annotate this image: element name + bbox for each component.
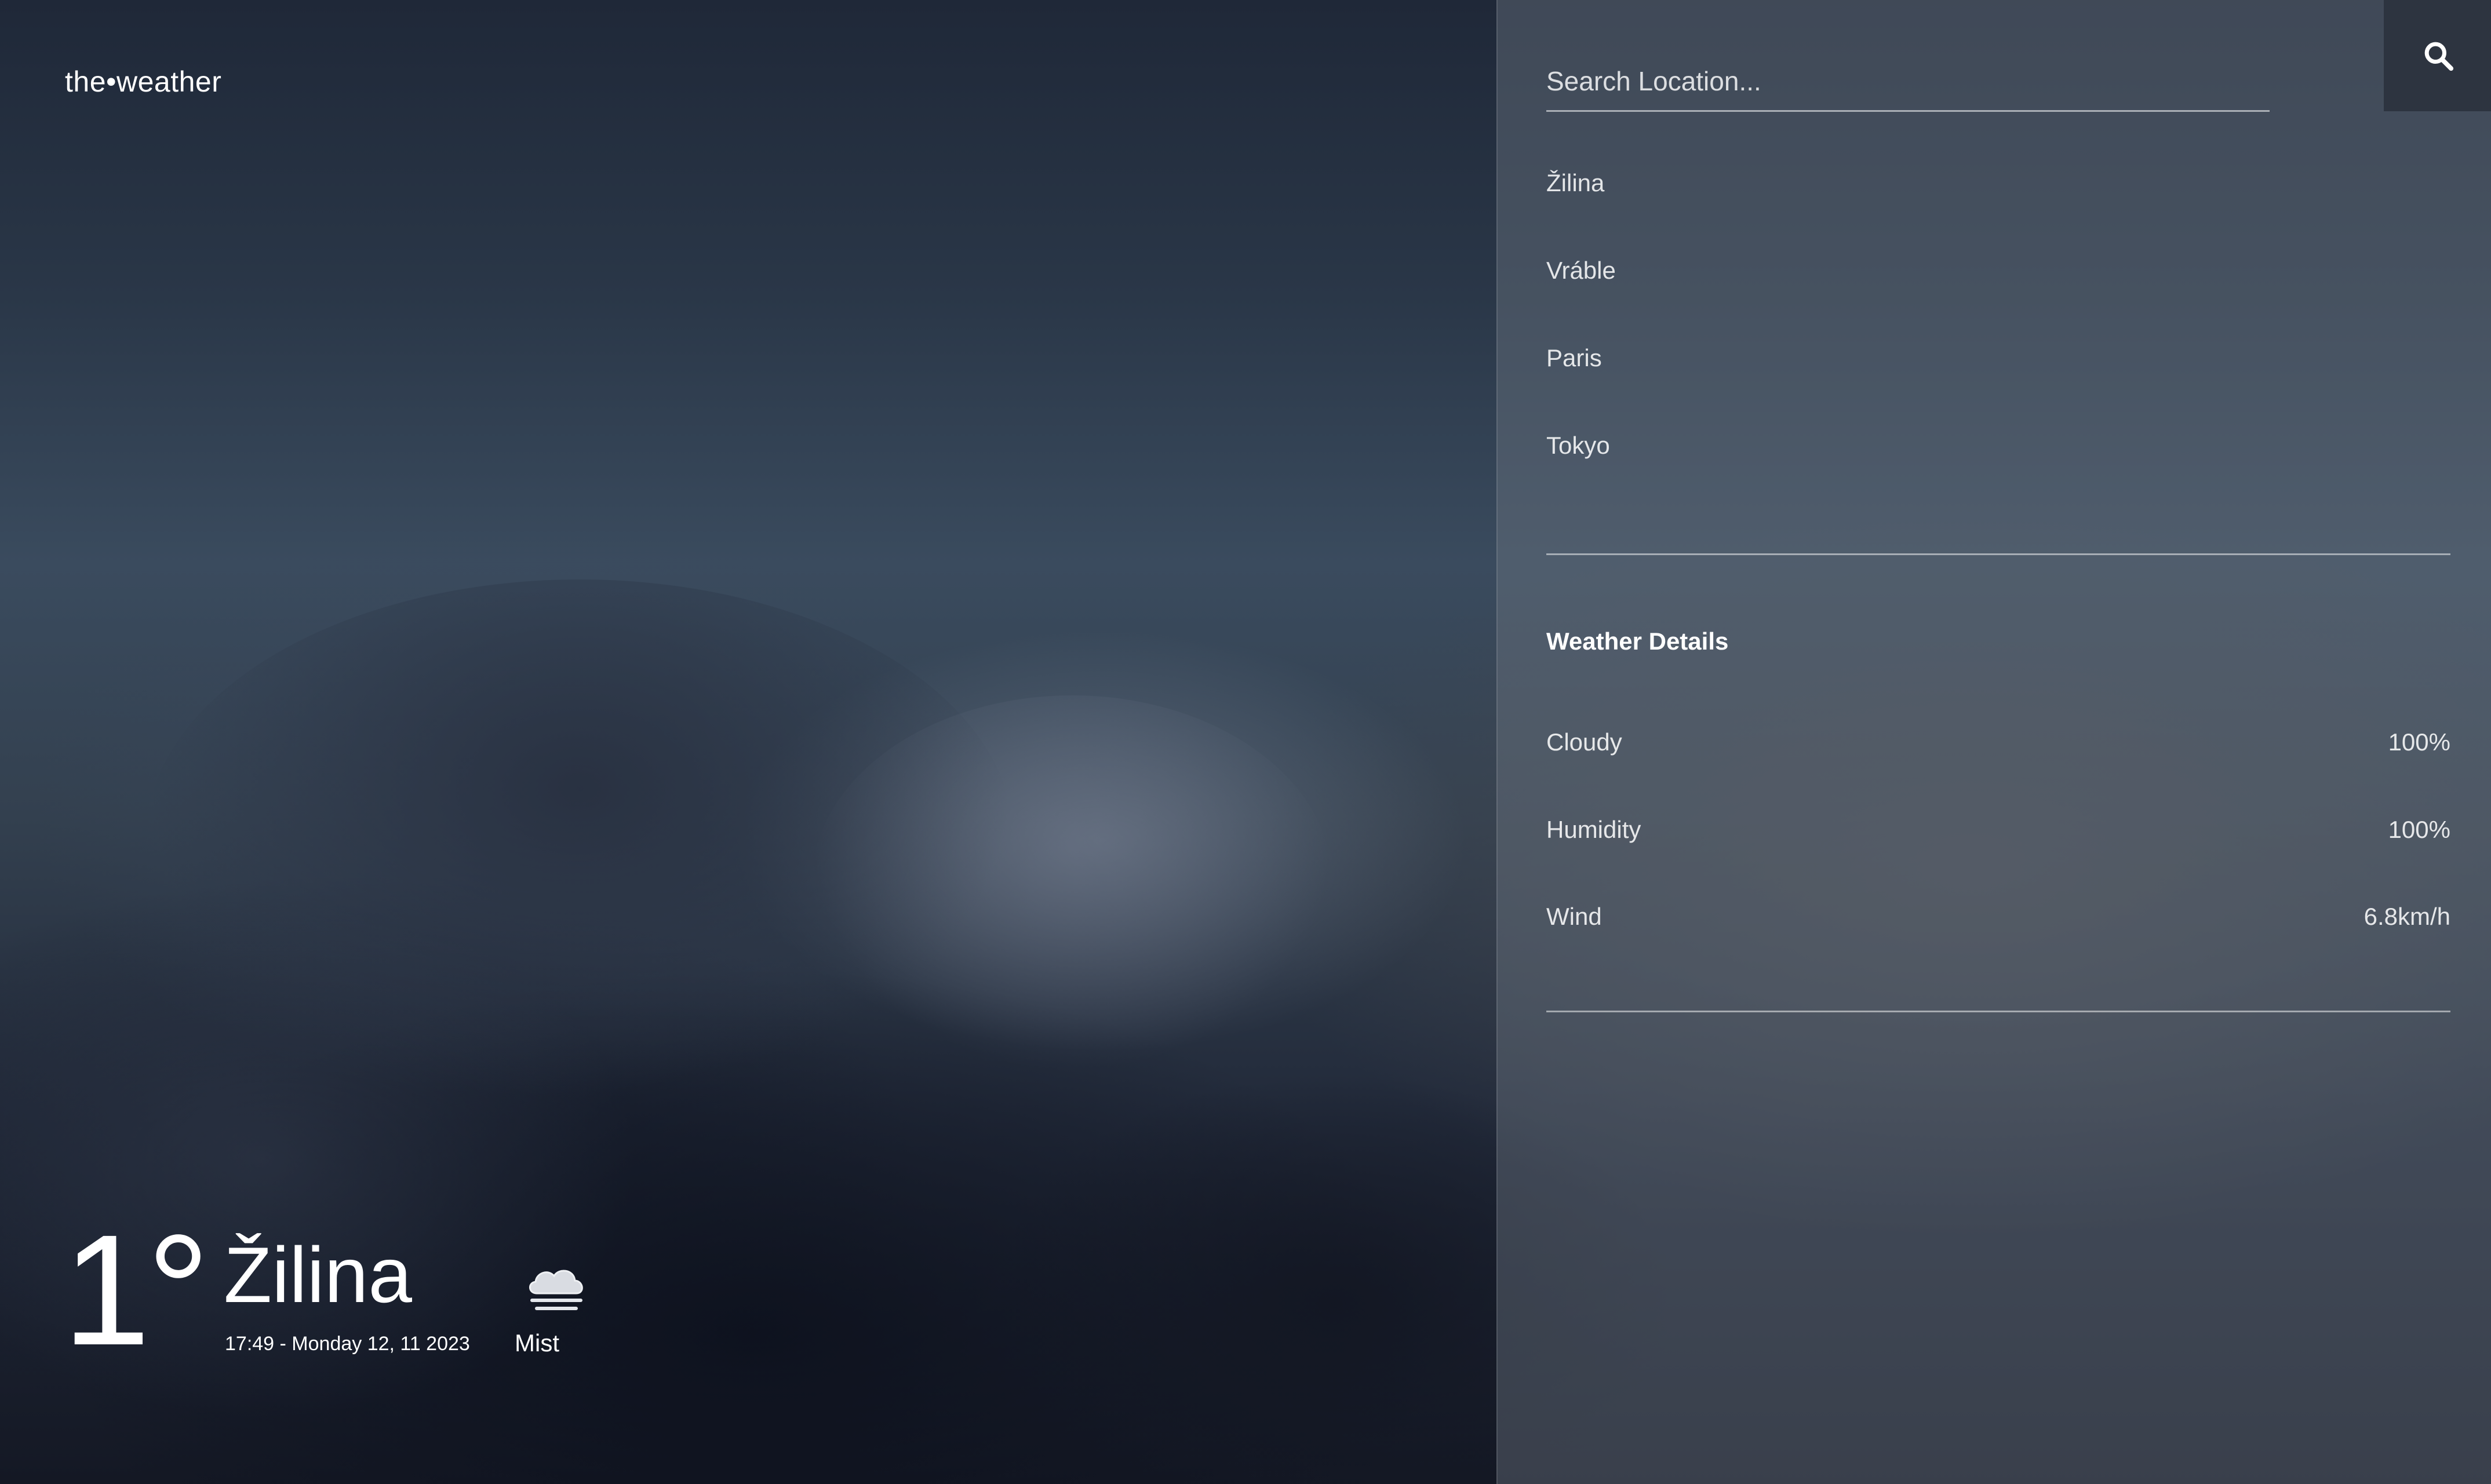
detail-label: Humidity xyxy=(1546,816,1641,843)
detail-value: 100% xyxy=(2388,816,2450,843)
detail-value: 100% xyxy=(2388,728,2450,756)
mist-cloud-icon xyxy=(529,1270,583,1310)
weather-details-title: Weather Details xyxy=(1546,628,1729,655)
date-time: 17:49 - Monday 12, 11 2023 xyxy=(225,1333,470,1355)
location-item[interactable]: Paris xyxy=(1546,346,2450,433)
detail-label: Cloudy xyxy=(1546,728,1622,756)
location-item[interactable]: Žilina xyxy=(1546,171,2450,258)
brand-logo[interactable]: the•weather xyxy=(65,65,221,99)
condition-label: Mist xyxy=(515,1329,559,1357)
search-field xyxy=(1546,58,2270,112)
temperature: 1° xyxy=(63,1202,210,1378)
detail-row-wind: Wind 6.8km/h xyxy=(1546,903,2450,931)
location-item[interactable]: Vráble xyxy=(1546,258,2450,346)
search-button[interactable] xyxy=(2384,0,2491,111)
divider xyxy=(1546,553,2450,555)
detail-label: Wind xyxy=(1546,903,1602,930)
search-icon xyxy=(2424,42,2453,71)
weather-app: the•weather Žilina Vráble Paris Tokyo We… xyxy=(0,0,2491,1484)
location-list: Žilina Vráble Paris Tokyo xyxy=(1546,171,2450,521)
detail-row-humidity: Humidity 100% xyxy=(1546,816,2450,844)
location-item[interactable]: Tokyo xyxy=(1546,433,2450,521)
side-panel: Žilina Vráble Paris Tokyo Weather Detail… xyxy=(1496,0,2491,1484)
background-cloud xyxy=(145,579,1014,1101)
detail-row-cloudy: Cloudy 100% xyxy=(1546,728,2450,756)
divider xyxy=(1546,1011,2450,1012)
detail-value: 6.8km/h xyxy=(2363,903,2450,930)
city-name: Žilina xyxy=(224,1231,412,1319)
search-input[interactable] xyxy=(1546,58,2270,104)
background-cloud xyxy=(811,695,1333,1072)
